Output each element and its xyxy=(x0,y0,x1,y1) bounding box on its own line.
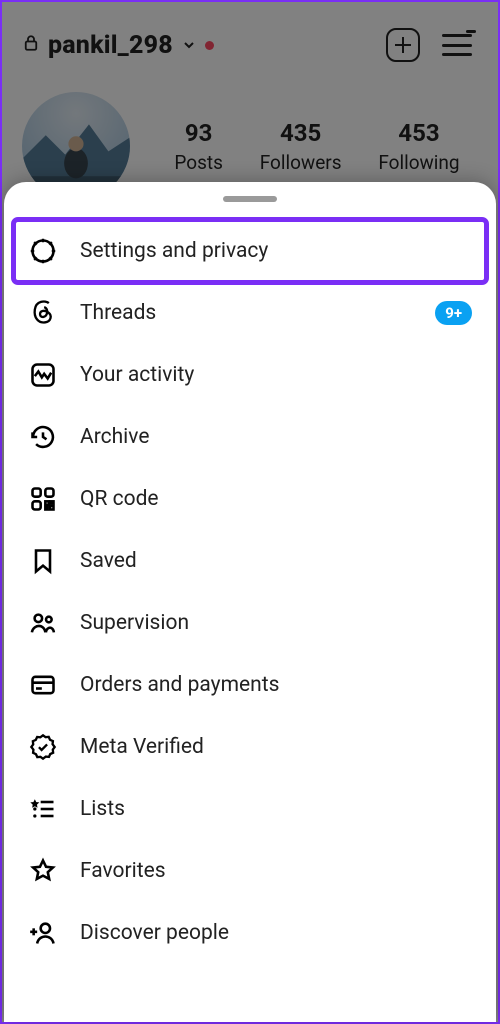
threads-badge: 9+ xyxy=(435,301,472,325)
qr-code-icon xyxy=(28,484,58,514)
chevron-down-icon xyxy=(181,37,197,53)
supervision-icon xyxy=(28,608,58,638)
menu-item-label: Favorites xyxy=(80,859,166,883)
lock-icon xyxy=(22,34,40,56)
menu-item-label: Discover people xyxy=(80,921,229,945)
menu-item-label: Lists xyxy=(80,797,125,821)
stat-following[interactable]: 453 Following xyxy=(378,119,459,174)
menu-item-label: Meta Verified xyxy=(80,735,204,759)
menu-item-saved[interactable]: Saved xyxy=(4,530,496,592)
menu-item-label: Settings and privacy xyxy=(80,239,268,263)
add-person-icon xyxy=(28,918,58,948)
profile-menu-sheet: Settings and privacy Threads 9+ Your act… xyxy=(4,182,496,1022)
stat-label: Followers xyxy=(260,151,342,174)
sheet-grabber[interactable] xyxy=(223,196,277,202)
menu-item-favorites[interactable]: Favorites xyxy=(4,840,496,902)
menu-item-activity[interactable]: Your activity xyxy=(4,344,496,406)
top-bar: pankil_298 xyxy=(22,20,478,70)
create-post-button[interactable] xyxy=(386,28,420,62)
menu-item-label: Threads xyxy=(80,301,156,325)
hamburger-menu-button[interactable] xyxy=(442,34,472,56)
credit-card-icon xyxy=(28,670,58,700)
activity-icon xyxy=(28,360,58,390)
menu-item-lists[interactable]: Lists xyxy=(4,778,496,840)
notification-dot xyxy=(466,30,476,33)
account-switcher[interactable]: pankil_298 xyxy=(48,31,173,60)
archive-icon xyxy=(28,422,58,452)
stat-count: 93 xyxy=(174,119,223,147)
gear-icon xyxy=(28,236,58,266)
menu-item-supervision[interactable]: Supervision xyxy=(4,592,496,654)
menu-item-label: Orders and payments xyxy=(80,673,279,697)
stat-count: 453 xyxy=(378,119,459,147)
menu-item-label: Your activity xyxy=(80,363,194,387)
menu-item-label: Archive xyxy=(80,425,149,449)
menu-item-label: Supervision xyxy=(80,611,189,635)
stat-label: Following xyxy=(378,151,459,174)
menu-item-settings[interactable]: Settings and privacy xyxy=(14,220,486,282)
stat-count: 435 xyxy=(260,119,342,147)
menu-item-label: Saved xyxy=(80,549,137,573)
profile-menu: Settings and privacy Threads 9+ Your act… xyxy=(4,220,496,964)
menu-item-orders[interactable]: Orders and payments xyxy=(4,654,496,716)
instagram-profile-screen: pankil_298 xyxy=(0,0,500,1024)
stat-followers[interactable]: 435 Followers xyxy=(260,119,342,174)
bookmark-icon xyxy=(28,546,58,576)
menu-item-qrcode[interactable]: QR code xyxy=(4,468,496,530)
menu-item-discover-people[interactable]: Discover people xyxy=(4,902,496,964)
star-icon xyxy=(28,856,58,886)
menu-item-threads[interactable]: Threads 9+ xyxy=(4,282,496,344)
verified-badge-icon xyxy=(28,732,58,762)
stat-label: Posts xyxy=(174,151,223,174)
threads-icon xyxy=(28,298,58,328)
menu-item-meta-verified[interactable]: Meta Verified xyxy=(4,716,496,778)
list-star-icon xyxy=(28,794,58,824)
menu-item-label: QR code xyxy=(80,487,159,511)
notification-dot xyxy=(205,41,214,50)
menu-item-archive[interactable]: Archive xyxy=(4,406,496,468)
stat-posts[interactable]: 93 Posts xyxy=(174,119,223,174)
